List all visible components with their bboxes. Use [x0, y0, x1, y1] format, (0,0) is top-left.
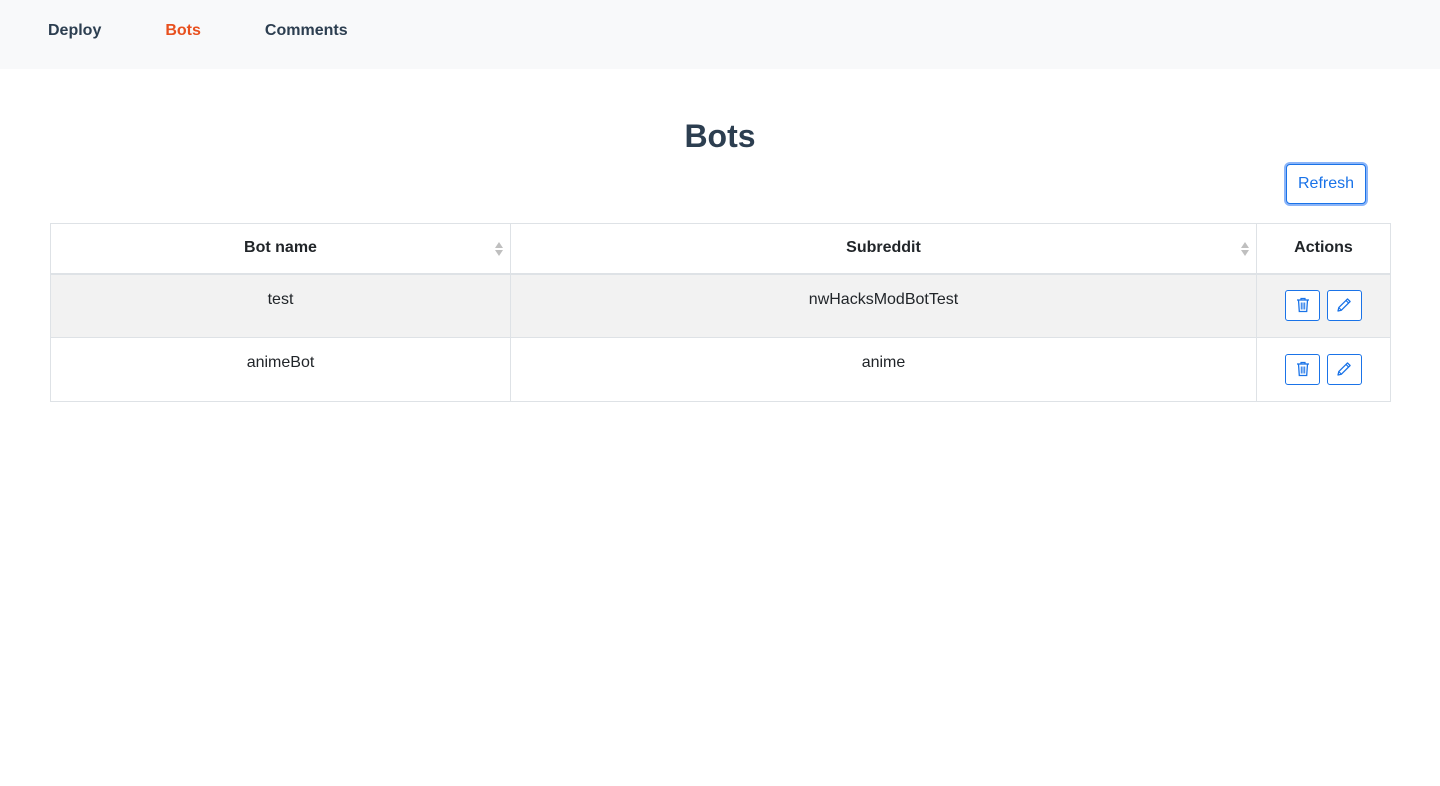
edit-button[interactable]	[1326, 353, 1362, 385]
page-title: Bots	[684, 118, 756, 154]
column-header-label: Subreddit	[846, 239, 921, 257]
trash-icon	[1296, 361, 1309, 377]
nav-link-deploy[interactable]: Deploy	[48, 22, 101, 40]
pencil-icon	[1337, 362, 1351, 376]
cell-actions	[1256, 273, 1391, 338]
pencil-icon	[1337, 298, 1351, 312]
top-navbar: Deploy Bots Comments	[0, 0, 1440, 69]
sort-icon[interactable]	[1240, 241, 1250, 257]
cell-actions	[1256, 337, 1391, 402]
cell-bot-name: animeBot	[50, 337, 511, 402]
column-header-subreddit[interactable]: Subreddit	[510, 223, 1257, 275]
delete-button[interactable]	[1285, 353, 1321, 385]
column-header-label: Actions	[1294, 239, 1353, 257]
refresh-button[interactable]: Refresh	[1286, 164, 1366, 204]
sort-icon[interactable]	[494, 241, 504, 257]
nav-link-bots[interactable]: Bots	[165, 22, 201, 40]
edit-button[interactable]	[1326, 289, 1362, 321]
cell-subreddit: anime	[510, 337, 1257, 402]
table-row: animeBot anime	[50, 337, 1391, 402]
column-header-label: Bot name	[244, 239, 317, 257]
table-header-row: Bot name Subreddit Actions	[50, 223, 1391, 275]
delete-button[interactable]	[1285, 289, 1321, 321]
cell-bot-name: test	[50, 273, 511, 338]
column-header-actions: Actions	[1256, 223, 1391, 275]
column-header-bot-name[interactable]: Bot name	[50, 223, 511, 275]
table-row: test nwHacksModBotTest	[50, 273, 1391, 338]
nav-link-comments[interactable]: Comments	[265, 22, 348, 40]
trash-icon	[1296, 298, 1309, 313]
cell-subreddit: nwHacksModBotTest	[510, 273, 1257, 338]
bots-table: Bot name Subreddit Actions test nwHacksM…	[50, 223, 1391, 402]
